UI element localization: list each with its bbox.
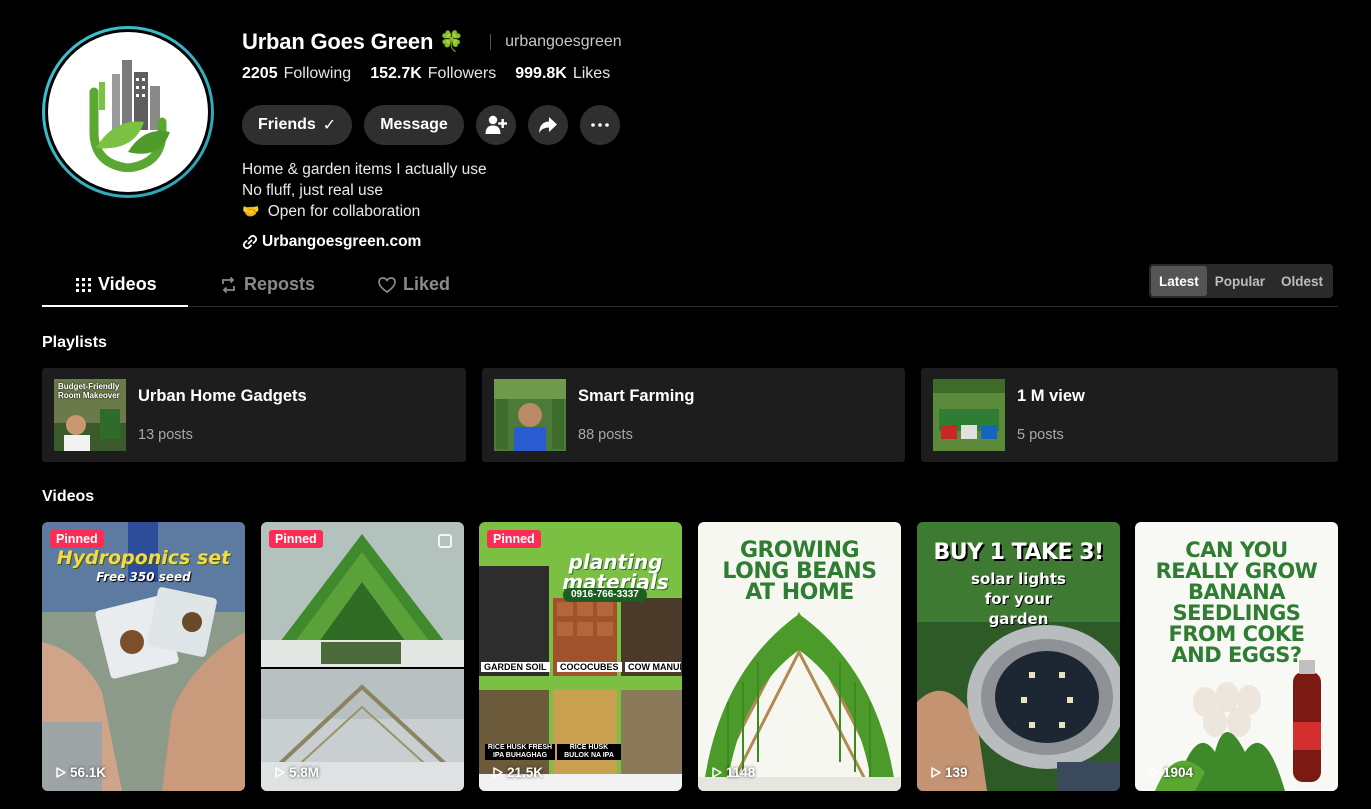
phone-number: 0916-766-3337	[563, 588, 647, 602]
playlist-count: 5 posts	[1017, 427, 1064, 443]
view-count: 139	[931, 765, 968, 780]
view-count: 5.8M	[275, 765, 319, 780]
profile-bio: Home & garden items I actually use No fl…	[242, 161, 487, 220]
play-icon	[493, 767, 503, 778]
building-leaf-icon	[89, 60, 170, 172]
pinned-badge: Pinned	[487, 530, 541, 548]
play-icon	[712, 767, 722, 778]
following-stat[interactable]: 2205 Following	[242, 65, 351, 83]
video-headline: GROWING LONG BEANS AT HOME	[722, 538, 877, 605]
video-card[interactable]: Pinned Hydroponics set Free 350 seed 56.…	[42, 522, 245, 791]
tab-reposts[interactable]: Reposts	[220, 262, 315, 307]
video-card[interactable]: BUY 1 TAKE 3! solar lights for your gard…	[917, 522, 1120, 791]
likes-stat: 999.8K Likes	[515, 65, 611, 82]
playlist-title: Smart Farming	[578, 387, 695, 405]
profile-info: Urban Goes Green 🍀 urbangoesgreen 2205 F…	[242, 28, 1142, 251]
playlists-heading: Playlists	[42, 334, 107, 351]
divider	[490, 34, 492, 50]
view-count: 1148	[712, 765, 755, 780]
video-headline: planting materials	[562, 550, 669, 594]
clover-icon: 🍀	[439, 31, 465, 53]
add-friend-button[interactable]	[475, 105, 516, 145]
add-user-icon	[485, 115, 507, 134]
sort-latest-button[interactable]: Latest	[1151, 266, 1207, 296]
display-name: Urban Goes Green	[242, 29, 434, 54]
brand-logo	[48, 32, 208, 192]
profile-actions: Friends ✓ Message	[242, 105, 1142, 145]
more-dots-icon	[590, 123, 609, 127]
share-arrow-icon	[538, 117, 557, 133]
video-headline: BUY 1 TAKE 3!	[933, 540, 1104, 565]
content-tabs: Videos Reposts Liked	[42, 262, 1338, 307]
view-count: 56.1K	[56, 765, 106, 780]
video-subheadline: Free 350 seed	[96, 570, 191, 584]
sort-popular-button[interactable]: Popular	[1207, 266, 1273, 296]
playlist-card[interactable]: Smart Farming 88 posts	[482, 368, 905, 462]
active-tab-indicator	[42, 305, 188, 307]
pinned-badge: Pinned	[269, 530, 323, 548]
playlist-count: 13 posts	[138, 427, 193, 443]
play-icon	[56, 767, 66, 778]
video-thumbnail	[261, 522, 464, 791]
friends-button[interactable]: Friends ✓	[242, 105, 353, 145]
playlist-card[interactable]: Budget-Friendly Room Makeover Urban Home…	[42, 368, 466, 462]
videos-heading: Videos	[42, 488, 95, 505]
tab-liked[interactable]: Liked	[378, 262, 450, 307]
video-headline: CAN YOU REALLY GROW BANANA SEEDLINGS FRO…	[1155, 538, 1318, 667]
view-count: 21.5K	[493, 765, 543, 780]
profile-stats: 2205 Following 152.7K Followers 999.8K L…	[242, 62, 1142, 86]
pinned-badge: Pinned	[50, 530, 104, 548]
followers-stat[interactable]: 152.7K Followers	[370, 65, 496, 83]
photo-carousel-icon	[438, 534, 452, 548]
playlist-title: Urban Home Gadgets	[138, 387, 307, 405]
username: urbangoesgreen	[505, 33, 622, 50]
playlist-title: 1 M view	[1017, 387, 1085, 405]
message-button[interactable]: Message	[364, 105, 464, 145]
repost-icon	[222, 276, 235, 293]
play-icon	[1149, 767, 1159, 778]
view-count: 1904	[1149, 765, 1193, 780]
playlist-thumbnail: Budget-Friendly Room Makeover	[54, 379, 126, 451]
playlist-count: 88 posts	[578, 427, 633, 443]
playlist-thumbnail	[494, 379, 566, 451]
playlist-card[interactable]: 1 M view 5 posts	[921, 368, 1338, 462]
more-options-button[interactable]	[579, 105, 620, 145]
share-button[interactable]	[527, 105, 568, 145]
heart-icon	[378, 276, 396, 293]
video-card[interactable]: GROWING LONG BEANS AT HOME 1148	[698, 522, 901, 791]
play-icon	[931, 767, 941, 778]
tab-videos[interactable]: Videos	[76, 262, 157, 307]
video-card[interactable]: Pinned planting materials 0916-766-3337 …	[479, 522, 682, 791]
link-icon	[242, 234, 258, 250]
play-icon	[275, 767, 285, 778]
playlist-thumbnail	[933, 379, 1005, 451]
grid-icon	[76, 277, 91, 292]
video-headline: Hydroponics set	[56, 547, 231, 569]
profile-link[interactable]: Urbangoesgreen.com	[242, 233, 1142, 251]
check-icon: ✓	[322, 117, 337, 134]
sort-oldest-button[interactable]: Oldest	[1273, 266, 1331, 296]
video-card[interactable]: Pinned 5.8M	[261, 522, 464, 791]
video-subheadline: solar lights for your garden	[971, 570, 1066, 628]
handshake-icon: 🤝	[242, 203, 260, 219]
profile-avatar[interactable]	[42, 26, 214, 198]
video-card[interactable]: CAN YOU REALLY GROW BANANA SEEDLINGS FRO…	[1135, 522, 1338, 791]
sort-control: Latest Popular Oldest	[1149, 264, 1334, 298]
